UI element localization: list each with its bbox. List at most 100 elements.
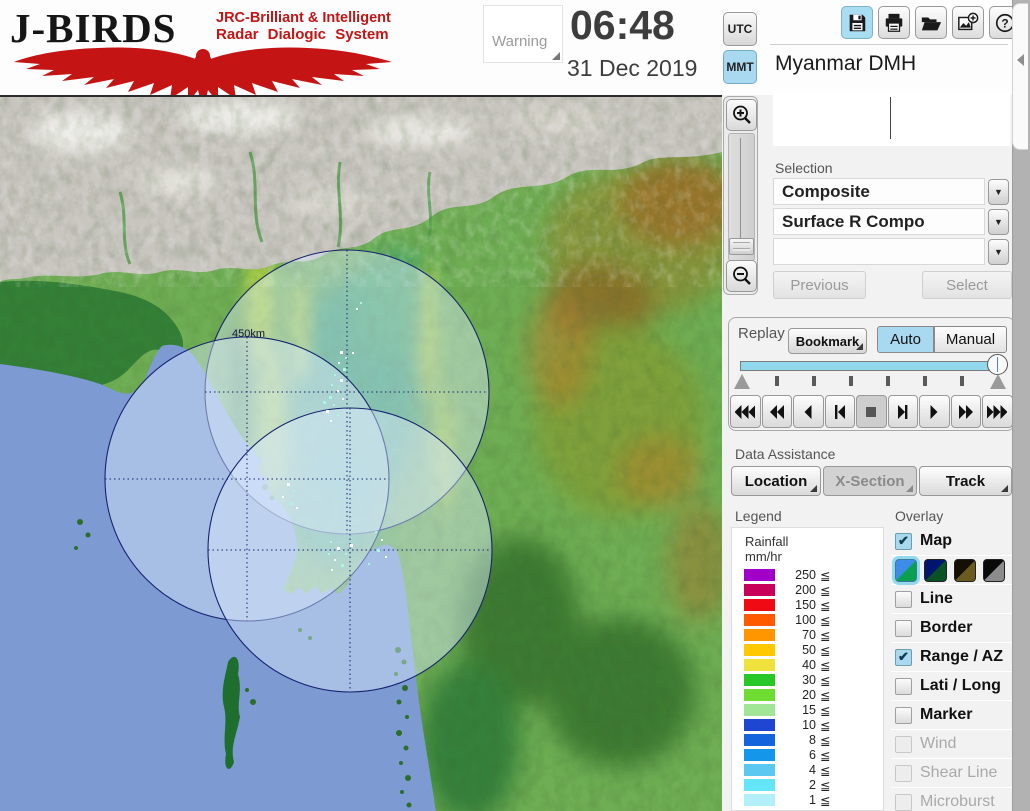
- clock-time: 06:48: [570, 2, 675, 48]
- dropdown-arrow-icon[interactable]: ▼: [988, 179, 1009, 205]
- selection-section-label: Selection: [775, 160, 833, 176]
- map-style-blue-green-swatch[interactable]: [895, 558, 918, 582]
- rewind-button[interactable]: [761, 395, 792, 428]
- dropdown-arrow-icon[interactable]: ▼: [988, 209, 1009, 235]
- overlay-label: Marker: [920, 706, 973, 723]
- add-image-button[interactable]: [952, 6, 984, 39]
- data-assistance-x-section-button: X-Section: [823, 466, 917, 496]
- range-ring-label: 450km: [232, 328, 265, 340]
- slider-tick: [849, 376, 853, 386]
- selection-dropdown-3[interactable]: [773, 238, 985, 265]
- map-style-navy-darkgreen-swatch[interactable]: [924, 558, 947, 582]
- step-forward-button[interactable]: [887, 395, 918, 428]
- jbirds-logo: J-BIRDS JRC-Brilliant & Intelligent Rada…: [6, 2, 406, 96]
- legend-row: 100 ≦: [732, 613, 883, 628]
- forward-button[interactable]: [950, 395, 981, 428]
- radar-echo: [334, 559, 336, 561]
- radar-range-ring: [207, 407, 493, 693]
- radar-echo: [377, 549, 380, 552]
- radar-echo: [356, 308, 358, 310]
- timezone-utc-button[interactable]: UTC: [723, 12, 757, 46]
- radar-echo: [343, 368, 346, 371]
- data-assistance-track-button[interactable]: Track: [919, 466, 1012, 496]
- warning-button[interactable]: Warning: [483, 5, 563, 63]
- legend-value: 30: [802, 673, 816, 687]
- slider-tick: [923, 376, 927, 386]
- replay-slider-track[interactable]: [740, 361, 1002, 371]
- rewind-fast-icon: [735, 404, 756, 419]
- map-style-black-gray-swatch[interactable]: [982, 558, 1005, 582]
- overlay-checkbox-microburst: [895, 793, 912, 811]
- legend-lte-symbol: ≦: [820, 674, 831, 688]
- map-viewport[interactable]: 450km: [0, 95, 722, 811]
- zoom-slider-track[interactable]: [728, 133, 755, 261]
- save-icon: [846, 12, 868, 34]
- radar-echo: [381, 539, 383, 541]
- bookmark-button[interactable]: Bookmark: [788, 328, 867, 354]
- overlay-row-marker: Marker: [891, 701, 1012, 730]
- overlay-label: Shear Line: [920, 764, 998, 781]
- radar-echo: [337, 547, 340, 550]
- zoom-in-button[interactable]: [726, 99, 757, 131]
- legend-lte-symbol: ≦: [820, 749, 831, 763]
- legend-row: 8 ≦: [732, 733, 883, 748]
- overlay-checkbox-map[interactable]: [895, 532, 912, 550]
- overlay-row-line: Line: [891, 585, 1012, 614]
- legend-lte-symbol: ≦: [820, 644, 831, 658]
- legend-panel: Rainfall mm/hr 250 ≦ 200 ≦ 150 ≦ 100 ≦ 70 ≦ 50 ≦ 40 ≦…: [731, 527, 884, 811]
- legend-row: 70 ≦: [732, 628, 883, 643]
- panel-collapse-tab[interactable]: [1012, 3, 1028, 150]
- timezone-mmt-button[interactable]: MMT: [723, 50, 757, 84]
- overlay-checkbox-marker[interactable]: [895, 706, 912, 724]
- play-button[interactable]: [919, 395, 950, 428]
- corner-grip-icon: [1001, 485, 1008, 492]
- play-reverse-button[interactable]: [793, 395, 824, 428]
- zoom-slider-thumb[interactable]: [729, 238, 754, 255]
- stop-button[interactable]: [856, 395, 887, 428]
- radar-echo: [331, 384, 333, 386]
- overlay-row-border: Border: [891, 614, 1012, 643]
- radar-echo: [328, 553, 330, 555]
- zoom-out-button[interactable]: [726, 260, 757, 292]
- legend-lte-symbol: ≦: [820, 734, 831, 748]
- overlay-row-microburst: Microburst: [891, 788, 1012, 811]
- map-style-black-olive-swatch[interactable]: [953, 558, 976, 582]
- legend-lte-symbol: ≦: [820, 599, 831, 613]
- forward-fast-button[interactable]: [982, 395, 1013, 428]
- replay-slider-thumb[interactable]: [987, 354, 1008, 375]
- radar-echo: [375, 531, 377, 533]
- logo-tagline: JRC-Brilliant & Intelligent Radar Dialog…: [216, 10, 391, 43]
- radar-echo: [342, 398, 344, 400]
- selection-dropdown-1[interactable]: Composite: [773, 178, 985, 205]
- corner-grip-icon: [906, 485, 913, 492]
- open-folder-button[interactable]: [915, 6, 947, 39]
- legend-color-swatch: [744, 674, 775, 686]
- radar-echo: [323, 401, 326, 404]
- selection-dropdown-2[interactable]: Surface R Compo: [773, 208, 985, 235]
- dropdown-arrow-icon[interactable]: ▼: [988, 239, 1009, 265]
- overlay-label: Border: [920, 619, 973, 636]
- data-assistance-location-button[interactable]: Location: [731, 466, 821, 496]
- zoom-slider-groove: [740, 138, 741, 250]
- legend-color-swatch: [744, 629, 775, 641]
- legend-color-swatch: [744, 764, 775, 776]
- replay-mode-manual-button[interactable]: Manual: [934, 326, 1007, 353]
- map-style-row: [891, 556, 1012, 585]
- step-backward-button[interactable]: [824, 395, 855, 428]
- print-button[interactable]: [878, 6, 910, 39]
- legend-value: 4: [809, 763, 816, 777]
- save-button[interactable]: [841, 6, 873, 39]
- overlay-checkbox-range-az[interactable]: [895, 648, 912, 666]
- terrain-map: 450km: [0, 97, 722, 811]
- legend-value: 250: [795, 568, 816, 582]
- overlay-checkbox-line[interactable]: [895, 590, 912, 608]
- rewind-fast-button[interactable]: [730, 395, 761, 428]
- legend-row: 200 ≦: [732, 583, 883, 598]
- replay-mode-auto-button[interactable]: Auto: [877, 326, 934, 353]
- overlay-section-label: Overlay: [895, 508, 944, 524]
- overlay-checkbox-border[interactable]: [895, 619, 912, 637]
- overlay-checkbox-lati-long[interactable]: [895, 677, 912, 695]
- legend-title-1: Rainfall: [745, 534, 789, 549]
- legend-row: 4 ≦: [732, 763, 883, 778]
- add-image-icon: [957, 12, 979, 34]
